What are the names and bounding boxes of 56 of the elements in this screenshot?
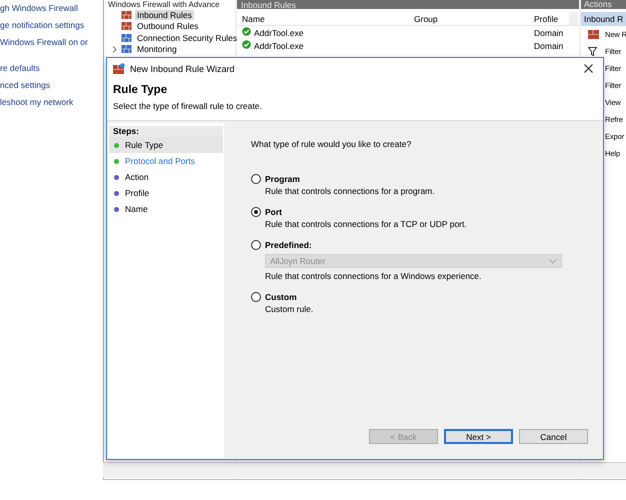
step-item[interactable]: Action [109, 169, 223, 185]
table-cell-text: Domain [533, 28, 564, 38]
page-heading: Rule Type [113, 84, 168, 96]
tree-item[interactable]: Inbound Rules [135, 10, 194, 20]
table-cell: AddrTool.exe [237, 40, 409, 51]
tree-item[interactable]: Connection Security Rules [135, 32, 240, 43]
option-label[interactable]: Predefined: [265, 240, 312, 250]
option-description: Rule that controls connections for a Windows experience. [264, 271, 482, 281]
chevron-icon[interactable] [112, 46, 116, 53]
settings-link[interactable]: Windows Firewall on or [0, 34, 103, 51]
chevron-down-icon [549, 258, 557, 264]
settings-link[interactable]: nced settings [0, 77, 103, 94]
table-cell: AddrTool.exe [237, 27, 409, 38]
radio-button[interactable] [251, 292, 261, 302]
table-cell-text: Domain [533, 40, 564, 50]
check-circle-icon [242, 27, 251, 36]
option-description: Rule that controls connections for a program. [264, 186, 436, 196]
filter-icon [588, 47, 597, 56]
section-header[interactable]: Inbound R [581, 12, 626, 26]
settings-link[interactable]: ge notification settings [0, 17, 103, 34]
brick-wall-icon [113, 63, 125, 74]
option-label[interactable]: Program [265, 174, 300, 184]
close-icon [584, 64, 593, 72]
column-header[interactable]: Group [409, 14, 529, 24]
pane-title: Actions [581, 0, 626, 9]
steps-heading: Steps: [109, 126, 223, 137]
brick-wall-icon [121, 10, 132, 20]
option-label[interactable]: Port [265, 207, 282, 217]
question-text: What type of rule would you like to create? [251, 139, 412, 149]
wizard-button[interactable]: Next > [444, 429, 513, 444]
option-description: Rule that controls connections for a TCP or UDP port. [264, 219, 468, 229]
wizard-button[interactable]: Cancel [519, 429, 588, 444]
settings-link[interactable]: re defaults [0, 60, 103, 77]
settings-link[interactable]: leshoot my network [0, 94, 103, 111]
window-title: New Inbound Rule Wizard [130, 64, 236, 74]
column-header[interactable]: Name [237, 14, 409, 24]
radio-button[interactable] [251, 240, 261, 250]
radio-button[interactable] [251, 207, 261, 217]
step-item[interactable]: Name [109, 201, 223, 217]
scrollbar[interactable] [569, 12, 578, 25]
step-item[interactable]: Profile [109, 185, 223, 201]
option-label[interactable]: Custom [265, 292, 297, 302]
radio-button[interactable] [251, 174, 261, 184]
tree-item[interactable]: Outbound Rules [135, 21, 200, 32]
step-item[interactable]: Protocol and Ports [109, 153, 223, 169]
option-description: Custom rule. [264, 304, 314, 314]
brick-wall-icon [588, 30, 599, 39]
tree-item[interactable]: Monitoring [135, 44, 179, 54]
brick-wall-icon [121, 21, 132, 32]
check-circle-icon [242, 40, 251, 49]
step-item[interactable]: Rule Type [109, 137, 223, 153]
column-header[interactable]: Profile [529, 14, 569, 24]
settings-link[interactable]: gh Windows Firewall [0, 0, 103, 17]
pane-title: Inbound Rules [241, 1, 296, 10]
tree-root-label[interactable]: Windows Firewall with Advance [108, 0, 235, 9]
page-subtitle: Select the type of firewall rule to create. [113, 101, 263, 111]
